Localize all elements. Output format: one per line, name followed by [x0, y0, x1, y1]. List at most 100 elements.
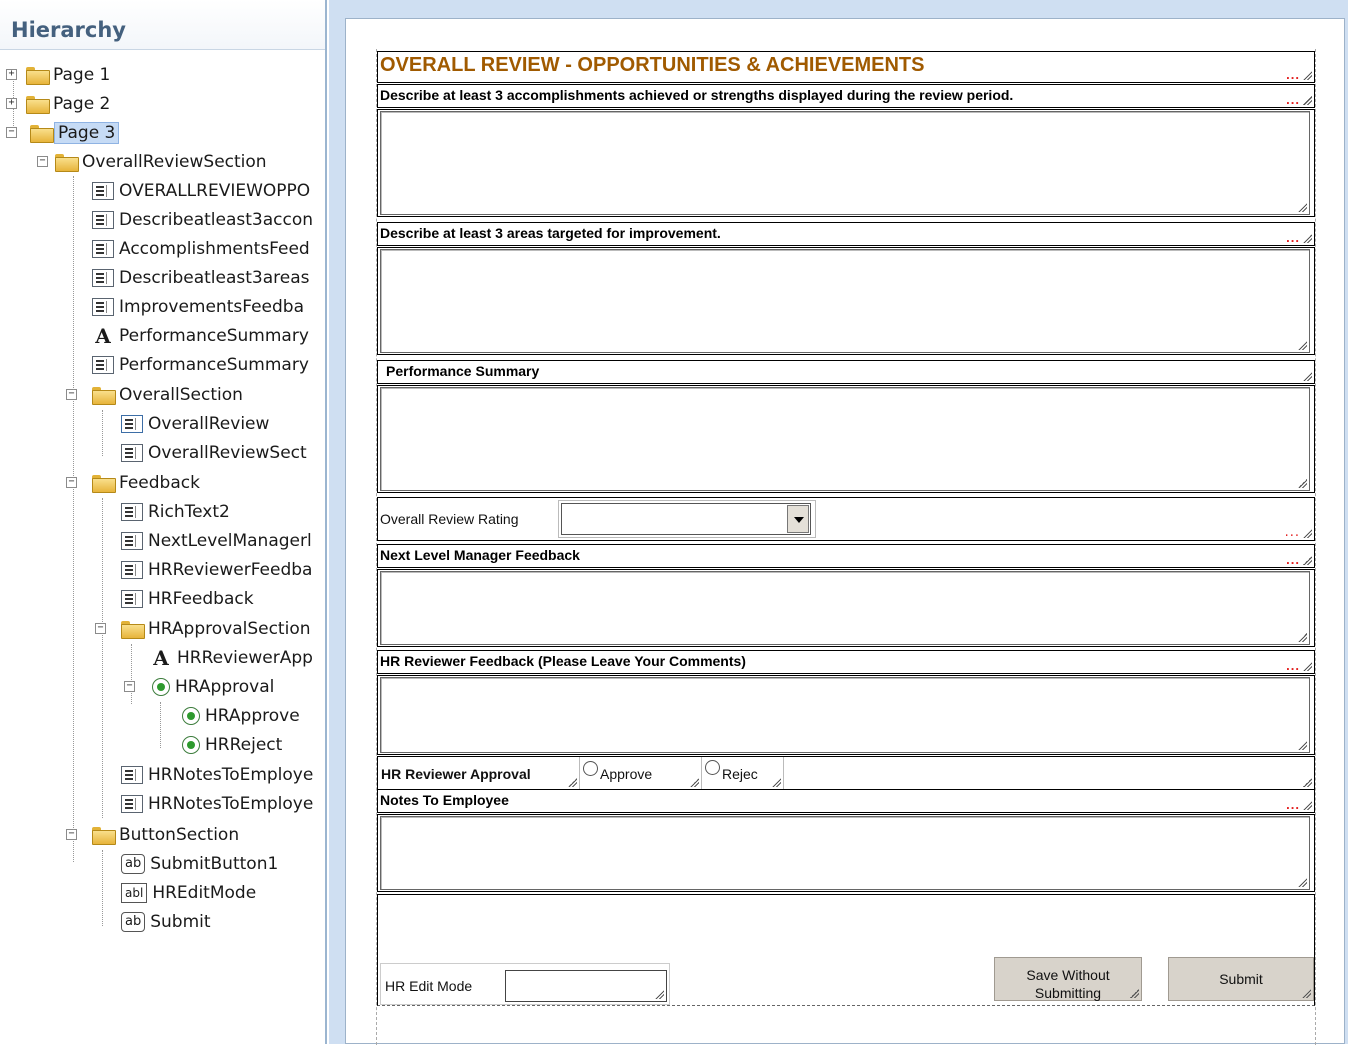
- field-icon: [92, 240, 114, 258]
- resize-grip-icon[interactable]: [1303, 234, 1312, 243]
- tree-node-button[interactable]: ab Submit: [121, 909, 211, 935]
- overall-rating-frame: [558, 500, 816, 538]
- resize-grip-icon[interactable]: [1303, 529, 1312, 538]
- tree-node-field[interactable]: HRReviewerFeedba: [121, 557, 312, 583]
- approve-radio-cell[interactable]: Approve: [580, 757, 702, 789]
- resize-grip-icon[interactable]: [1298, 633, 1307, 642]
- resize-grip-icon[interactable]: [1303, 662, 1312, 671]
- performance-summary-label[interactable]: Performance Summary: [377, 360, 1315, 384]
- tree-node-page-2[interactable]: + Page 2: [6, 91, 110, 117]
- collapse-icon[interactable]: −: [37, 156, 48, 167]
- form-title[interactable]: OVERALL REVIEW - OPPORTUNITIES & ACHIEVE…: [377, 51, 1315, 83]
- hr-reviewer-approval-label-cell: HR Reviewer Approval: [378, 757, 580, 789]
- resize-grip-icon[interactable]: [655, 990, 664, 999]
- hr-edit-mode-label: HR Edit Mode: [385, 978, 473, 994]
- resize-grip-icon[interactable]: [1303, 372, 1312, 381]
- tree-node-field[interactable]: Describeatleast3areas: [92, 265, 310, 291]
- tree-node-textbox[interactable]: abl HREditMode: [121, 880, 256, 906]
- more-options-icon[interactable]: ...: [1286, 93, 1300, 106]
- resize-grip-icon[interactable]: [1303, 801, 1312, 810]
- tree-node-field[interactable]: OVERALLREVIEWOPPO: [92, 178, 310, 204]
- field-icon: [121, 561, 143, 579]
- field-icon: [92, 211, 114, 229]
- resize-grip-icon[interactable]: [690, 778, 699, 787]
- hr-reviewer-feedback-textarea[interactable]: [380, 677, 1310, 753]
- resize-grip-icon[interactable]: [772, 778, 781, 787]
- accomplishments-label[interactable]: Describe at least 3 accomplishments achi…: [377, 84, 1315, 108]
- textbox-icon: abl: [121, 883, 148, 903]
- tree-node-overall-section[interactable]: − OverallSection: [66, 382, 243, 408]
- tree-node-page-3[interactable]: − Page 3: [6, 120, 120, 146]
- tree-node-button[interactable]: ab SubmitButton1: [121, 851, 278, 877]
- tree-node-field[interactable]: HRNotesToEmploye: [121, 791, 313, 817]
- tree-node-radio[interactable]: HRReject: [182, 732, 282, 758]
- reject-radio-cell[interactable]: Rejec: [702, 757, 784, 789]
- collapse-icon[interactable]: −: [124, 681, 135, 692]
- tree-node-radio[interactable]: HRApprove: [182, 703, 300, 729]
- next-level-manager-label[interactable]: Next Level Manager Feedback ...: [377, 544, 1315, 568]
- accomplishments-textarea[interactable]: [380, 111, 1310, 215]
- hr-edit-mode-input[interactable]: [505, 970, 667, 1002]
- form-canvas: OVERALL REVIEW - OPPORTUNITIES & ACHIEVE…: [345, 18, 1345, 1045]
- overall-rating-select[interactable]: [561, 503, 811, 535]
- tree-node-field[interactable]: OverallReviewSect: [121, 440, 307, 466]
- tree-node-text[interactable]: A PerformanceSummary: [92, 323, 309, 349]
- next-level-manager-textarea[interactable]: [380, 571, 1310, 645]
- resize-grip-icon[interactable]: [1303, 556, 1312, 565]
- dropdown-arrow-button[interactable]: [787, 505, 809, 533]
- button-section: HR Edit Mode Save Without Submitting Sub…: [377, 894, 1315, 1006]
- notes-to-employee-textarea[interactable]: [380, 816, 1310, 890]
- notes-to-employee-label[interactable]: Notes To Employee ...: [377, 789, 1315, 813]
- save-without-submitting-button[interactable]: Save Without Submitting: [994, 957, 1142, 1001]
- tree-node-text[interactable]: A HRReviewerApp: [150, 645, 313, 671]
- resize-grip-icon[interactable]: [1298, 341, 1307, 350]
- tree-node-field[interactable]: Describeatleast3accon: [92, 207, 313, 233]
- more-options-icon[interactable]: ...: [1285, 526, 1300, 539]
- tree-node-page-1[interactable]: + Page 1: [6, 62, 110, 88]
- expand-icon[interactable]: +: [6, 98, 17, 109]
- resize-grip-icon[interactable]: [1298, 203, 1307, 212]
- tree-node-field[interactable]: HRNotesToEmploye: [121, 762, 313, 788]
- improvement-label[interactable]: Describe at least 3 areas targeted for i…: [377, 222, 1315, 246]
- submit-button[interactable]: Submit: [1168, 957, 1314, 1001]
- resize-grip-icon[interactable]: [1303, 71, 1312, 80]
- more-options-icon[interactable]: ...: [1286, 68, 1300, 81]
- tree-node-field[interactable]: RichText2: [121, 499, 230, 525]
- resize-grip-icon[interactable]: [1303, 778, 1312, 787]
- collapse-icon[interactable]: −: [66, 389, 77, 400]
- performance-summary-textarea[interactable]: [380, 387, 1310, 491]
- collapse-icon[interactable]: −: [66, 477, 77, 488]
- more-options-icon[interactable]: ...: [1286, 659, 1300, 672]
- resize-grip-icon[interactable]: [1298, 479, 1307, 488]
- more-options-icon[interactable]: ...: [1286, 553, 1300, 566]
- resize-grip-icon[interactable]: [1303, 96, 1312, 105]
- resize-grip-icon[interactable]: [1298, 878, 1307, 887]
- resize-grip-icon[interactable]: [568, 778, 577, 787]
- collapse-icon[interactable]: −: [95, 623, 106, 634]
- hr-reviewer-feedback-label[interactable]: HR Reviewer Feedback (Please Leave Your …: [377, 650, 1315, 674]
- tree-node-overall-review-section[interactable]: − OverallReviewSection: [37, 149, 267, 175]
- radio-icon: [182, 736, 200, 754]
- resize-grip-icon[interactable]: [1298, 741, 1307, 750]
- tree-node-button-section[interactable]: − ButtonSection: [66, 822, 239, 848]
- collapse-icon[interactable]: −: [66, 829, 77, 840]
- approve-radio[interactable]: [583, 761, 598, 776]
- more-options-icon[interactable]: ...: [1286, 798, 1300, 811]
- improvement-textarea[interactable]: [380, 249, 1310, 353]
- tree-node-field[interactable]: HRFeedback: [121, 586, 254, 612]
- more-options-icon[interactable]: ...: [1286, 231, 1300, 244]
- tree-node-field[interactable]: ImprovementsFeedba: [92, 294, 304, 320]
- collapse-icon[interactable]: −: [6, 127, 17, 138]
- resize-grip-icon[interactable]: [1130, 989, 1139, 998]
- tree-node-hr-approval[interactable]: − HRApproval: [124, 674, 274, 700]
- tree-node-field[interactable]: AccomplishmentsFeed: [92, 236, 310, 262]
- tree-node-field[interactable]: NextLevelManagerl: [121, 528, 312, 554]
- tree-node-feedback[interactable]: − Feedback: [66, 470, 200, 496]
- tree-node-field[interactable]: OverallReview: [121, 411, 269, 437]
- resize-grip-icon[interactable]: [1302, 989, 1311, 998]
- tree-node-field[interactable]: PerformanceSummary: [92, 352, 309, 378]
- button-icon: ab: [121, 912, 146, 932]
- expand-icon[interactable]: +: [6, 69, 17, 80]
- tree-node-hr-approval-section[interactable]: − HRApprovalSection: [95, 616, 311, 642]
- reject-radio[interactable]: [705, 760, 720, 775]
